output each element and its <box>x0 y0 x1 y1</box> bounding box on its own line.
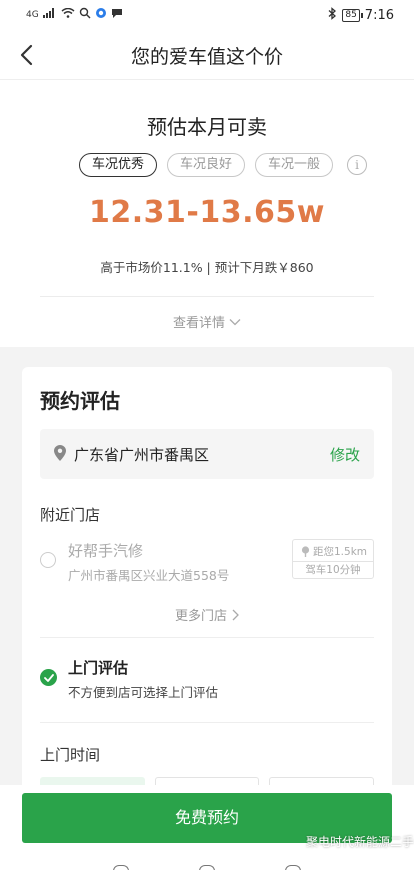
booking-title: 预约评估 <box>40 389 120 413</box>
distance-line: 距您1.5km <box>297 543 369 559</box>
estimate-title: 预估本月可卖 <box>147 115 267 139</box>
store-distance: 距您1.5km <box>313 545 368 558</box>
checkmark-icon[interactable] <box>40 669 57 686</box>
visit-time-label: 上门时间 <box>40 746 101 764</box>
location-text: 广东省广州市番禺区 <box>74 446 210 464</box>
clock: 7:16 <box>364 8 394 23</box>
search-app-icon <box>79 7 91 22</box>
signal-label: 4G <box>26 9 39 20</box>
view-details-label: 查看详情 <box>172 316 225 331</box>
chip-condition-good[interactable]: 车况良好 <box>167 153 246 177</box>
chip-condition-excellent[interactable]: 车况优秀 <box>79 153 158 177</box>
price-range: 12.31-13.65w <box>89 195 325 230</box>
home-evaluation-option[interactable]: 上门评估 不方便到店可选择上门评估 <box>40 655 374 705</box>
bluetooth-icon <box>328 7 337 24</box>
nav-recent-icon[interactable] <box>285 865 301 870</box>
chat-app-icon <box>111 7 123 22</box>
divider <box>40 296 374 297</box>
store-radio[interactable] <box>40 552 56 568</box>
home-evaluation-subtitle: 不方便到店可选择上门评估 <box>68 685 219 700</box>
status-left: 4G <box>26 7 123 22</box>
signal-icon <box>42 8 57 21</box>
bottom-bar: 免费预约 聚电时代新能源二手 <box>0 785 414 870</box>
chevron-down-icon <box>229 318 241 325</box>
booking-card: 预约评估 广东省广州市番禺区 修改 附近门店 好帮手汽修 广州市番禺区兴业大道5… <box>22 367 392 807</box>
chip-condition-fair[interactable]: 车况一般 <box>255 153 334 177</box>
store-drive-time: 驾车10分钟 <box>293 561 373 578</box>
store-address: 广州市番禺区兴业大道558号 <box>68 568 230 583</box>
store-name: 好帮手汽修 <box>68 542 144 560</box>
nav-home-icon[interactable] <box>199 865 215 870</box>
condition-chips: 车况优秀 车况良好 车况一般 <box>79 153 334 177</box>
system-navigation <box>0 865 414 870</box>
store-option[interactable]: 好帮手汽修 广州市番禺区兴业大道558号 距您1.5km 驾车10分钟 <box>40 537 374 585</box>
status-bar: 4G 85 7:16 <box>0 0 414 30</box>
location-marker-icon <box>301 545 310 557</box>
price-comparison: 高于市场价11.1% | 预计下月跌￥860 <box>100 260 314 275</box>
divider <box>40 722 374 723</box>
nearby-stores-label: 附近门店 <box>40 506 101 524</box>
estimate-section: 预估本月可卖 车况优秀 车况良好 车况一般 i 12.31-13.65w 高于市… <box>0 81 414 347</box>
home-evaluation-title: 上门评估 <box>68 659 129 677</box>
location-field[interactable]: 广东省广州市番禺区 修改 <box>40 429 374 479</box>
page-title: 您的爱车值这个价 <box>130 46 283 68</box>
edit-location-button[interactable]: 修改 <box>330 444 360 465</box>
status-right: 85 7:16 <box>328 7 394 24</box>
view-details-link[interactable]: 查看详情 <box>0 312 414 331</box>
more-stores-label: 更多门店 <box>174 609 227 624</box>
app-header: 您的爱车值这个价 <box>0 30 414 80</box>
more-stores-link[interactable]: 更多门店 <box>22 605 392 624</box>
location-pin-icon <box>54 445 66 465</box>
watermark: 聚电时代新能源二手 <box>305 835 414 849</box>
wifi-icon <box>61 7 75 21</box>
chevron-right-icon <box>232 609 239 620</box>
store-distance-box: 距您1.5km 驾车10分钟 <box>292 539 374 579</box>
browser-app-icon <box>95 7 107 22</box>
info-icon[interactable]: i <box>347 155 367 175</box>
nav-back-icon[interactable] <box>113 865 129 870</box>
battery-icon: 85 <box>342 9 364 22</box>
divider <box>40 637 374 638</box>
